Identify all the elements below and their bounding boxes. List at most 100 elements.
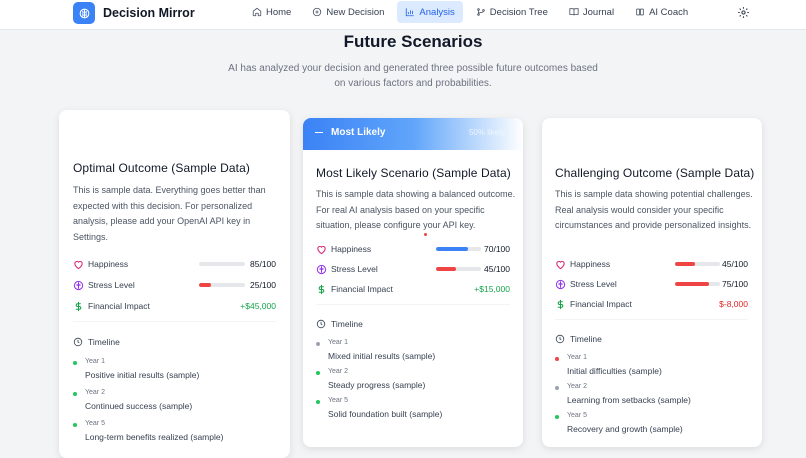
metric-label: Happiness <box>331 244 372 254</box>
timeline-text: Steady progress (sample) <box>328 380 426 390</box>
scenario-description: This is sample data showing a balanced o… <box>316 189 516 230</box>
metric-label: Financial Impact <box>331 284 393 294</box>
scenario-title: Most Likely Scenario (Sample Data) <box>316 166 511 180</box>
main-nav: Home New Decision Analysis Decision Tree… <box>244 1 701 23</box>
metric-financial: Financial Impact $-8,000 <box>555 298 748 312</box>
metric-happiness: Happiness 70/100 <box>316 243 510 257</box>
metric-financial: Financial Impact +$45,000 <box>73 300 276 314</box>
scenario-card-challenging[interactable]: Challenging Outcome (Sample Data) This i… <box>542 118 762 447</box>
clock-icon <box>316 319 326 329</box>
clock-icon <box>73 337 83 347</box>
metric-label: Happiness <box>88 259 129 269</box>
scenario-card-optimal[interactable]: Optimal Outcome (Sample Data) This is sa… <box>59 110 290 458</box>
page-subtitle: AI has analyzed your decision and genera… <box>228 63 598 89</box>
timeline-label: Timeline <box>88 337 120 347</box>
bar-chart-icon <box>406 8 415 17</box>
heart-icon <box>317 245 326 255</box>
timeline-dot <box>73 392 77 396</box>
dollar-icon <box>75 301 82 312</box>
metric-stress: Stress Level 45/100 <box>316 263 510 277</box>
brain-icon <box>555 279 566 290</box>
timeline-year: Year 5 <box>567 412 587 419</box>
stress-bar <box>436 267 481 271</box>
most-likely-badge: Most Likely <box>315 127 385 138</box>
metric-label: Financial Impact <box>88 301 150 311</box>
stress-bar <box>675 282 720 286</box>
timeline-dot <box>316 371 320 375</box>
metric-value: 75/100 <box>722 279 748 289</box>
nav-item-new-decision[interactable]: New Decision <box>304 1 392 23</box>
timeline-heading: Timeline <box>316 319 363 329</box>
badge-label: Most Likely <box>331 127 386 138</box>
happiness-bar <box>199 262 245 266</box>
brain-logo-icon <box>73 2 95 24</box>
scenario-title: Optimal Outcome (Sample Data) <box>73 161 250 175</box>
scenario-title: Challenging Outcome (Sample Data) <box>555 166 755 180</box>
timeline-dot <box>555 415 559 419</box>
nav-label: AI Coach <box>649 6 689 18</box>
settings-button[interactable] <box>737 6 750 19</box>
timeline-year: Year 2 <box>567 383 587 390</box>
metric-financial: Financial Impact +$15,000 <box>316 283 510 297</box>
stress-bar-fill <box>436 267 457 271</box>
timeline-dot <box>316 342 320 346</box>
metric-happiness: Happiness 85/100 <box>73 258 276 272</box>
stress-bar <box>199 283 245 287</box>
scenario-card-most-likely[interactable]: Most Likely 50% likely Most Likely Scena… <box>303 118 523 447</box>
metric-label: Financial Impact <box>570 299 632 309</box>
nav-item-home[interactable]: Home <box>244 1 299 23</box>
metric-label: Happiness <box>570 259 611 269</box>
git-branch-icon <box>477 8 485 16</box>
timeline-dot <box>555 357 559 361</box>
metric-value: 25/100 <box>250 280 276 290</box>
nav-item-ai-coach[interactable]: AI Coach <box>627 1 696 23</box>
most-likely-ribbon: Most Likely 50% likely <box>303 118 523 150</box>
nav-item-analysis[interactable]: Analysis <box>397 1 463 23</box>
timeline-text: Initial difficulties (sample) <box>567 366 662 376</box>
bot-icon <box>636 8 644 16</box>
gear-icon <box>738 7 749 18</box>
timeline-heading: Timeline <box>555 334 602 344</box>
timeline-dot <box>73 361 77 365</box>
metric-value: +$15,000 <box>474 284 510 294</box>
brain-icon <box>316 264 327 275</box>
nav-label: Decision Tree <box>489 6 548 18</box>
brand[interactable]: Decision Mirror <box>73 1 195 25</box>
page-title: Future Scenarios <box>343 32 483 51</box>
timeline-dot <box>316 400 320 404</box>
timeline-dot <box>555 386 559 390</box>
timeline-text: Positive initial results (sample) <box>85 370 200 380</box>
dollar-icon <box>557 299 564 310</box>
timeline-year: Year 1 <box>85 358 105 365</box>
timeline-year: Year 2 <box>85 389 105 396</box>
divider <box>73 321 276 322</box>
nav-label: Analysis <box>419 6 455 18</box>
stress-bar-fill <box>199 283 211 287</box>
metric-happiness: Happiness 45/100 <box>555 258 748 272</box>
top-navbar: Decision Mirror Home New Decision Analys… <box>0 0 806 30</box>
probability-label: 50% likely <box>468 128 505 137</box>
metric-value: $-8,000 <box>719 299 748 309</box>
metric-value: +$45,000 <box>240 301 276 311</box>
timeline-year: Year 2 <box>328 368 348 375</box>
metric-label: Stress Level <box>570 279 617 289</box>
metric-value: 85/100 <box>250 259 276 269</box>
metric-value: 70/100 <box>484 244 510 254</box>
metric-value: 45/100 <box>484 264 510 274</box>
timeline-year: Year 1 <box>567 354 587 361</box>
scenario-description: This is sample data. Everything goes bet… <box>73 185 266 242</box>
happiness-bar <box>436 247 481 251</box>
metric-label: Stress Level <box>331 264 378 274</box>
cursor-dot <box>424 233 427 236</box>
book-icon <box>569 8 579 16</box>
timeline-text: Recovery and growth (sample) <box>567 424 683 434</box>
timeline-text: Solid foundation built (sample) <box>328 409 443 419</box>
minus-icon <box>315 131 323 134</box>
timeline-text: Continued success (sample) <box>85 401 193 411</box>
nav-item-decision-tree[interactable]: Decision Tree <box>468 1 556 23</box>
metric-stress: Stress Level 75/100 <box>555 278 748 292</box>
timeline-text: Mixed initial results (sample) <box>328 351 436 361</box>
timeline-heading: Timeline <box>73 337 120 347</box>
nav-item-journal[interactable]: Journal <box>561 1 622 23</box>
timeline-year: Year 1 <box>328 339 348 346</box>
